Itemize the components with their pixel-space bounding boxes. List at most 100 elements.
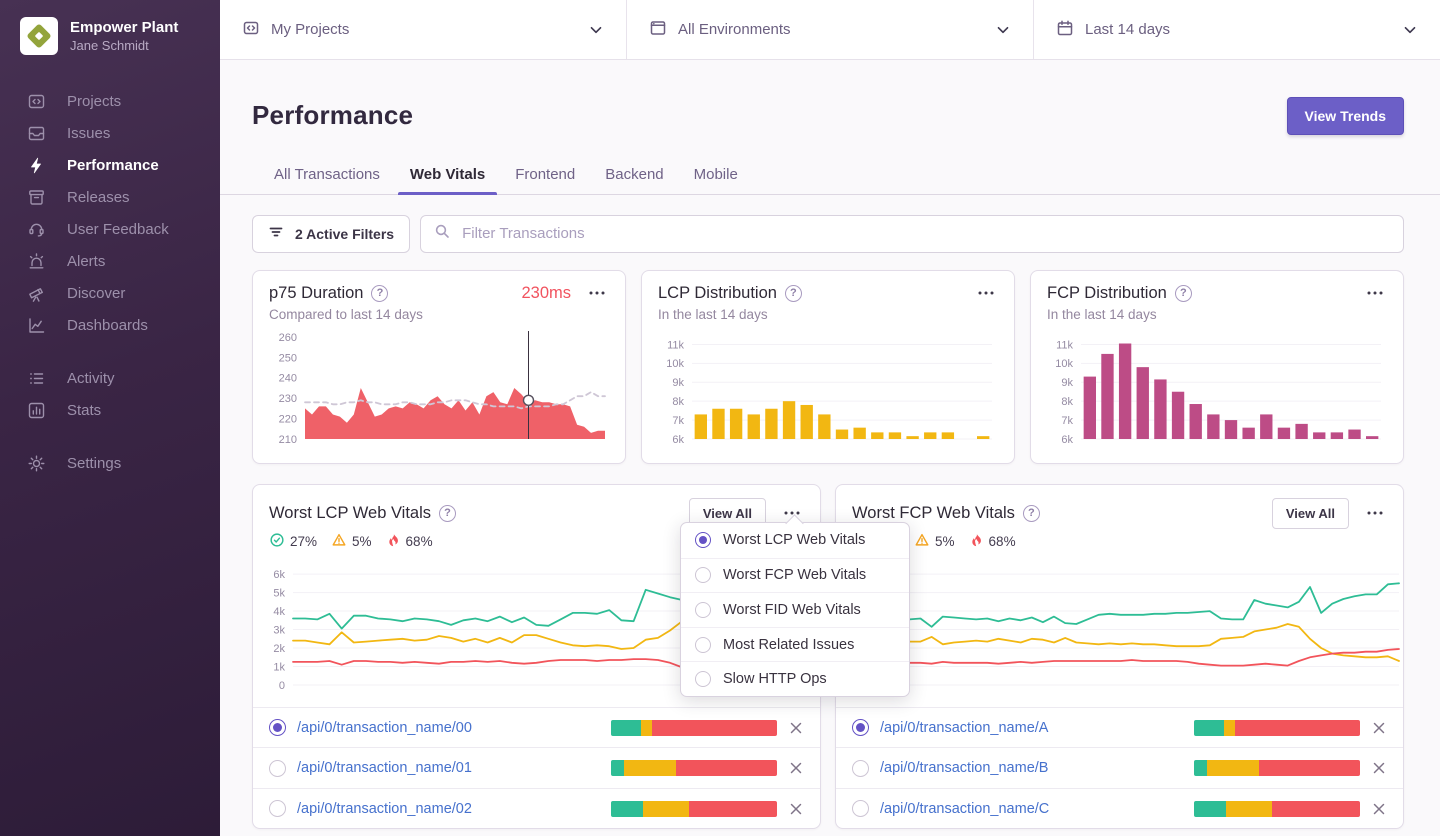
search-icon	[434, 223, 450, 244]
sidebar-item-settings[interactable]: Settings	[0, 447, 220, 479]
sidebar-item-alerts[interactable]: Alerts	[0, 245, 220, 277]
menu-item-slow-http-ops[interactable]: Slow HTTP Ops	[681, 661, 909, 696]
close-icon[interactable]	[1371, 760, 1387, 776]
help-icon[interactable]: ?	[784, 284, 802, 302]
tab-web-vitals[interactable]: Web Vitals	[397, 166, 498, 195]
svg-text:6k: 6k	[1061, 434, 1073, 446]
tab-all-transactions[interactable]: All Transactions	[262, 166, 392, 194]
user-name: Jane Schmidt	[70, 38, 149, 54]
svg-text:11k: 11k	[667, 339, 684, 351]
poor-percent: 68%	[988, 533, 1016, 549]
help-icon[interactable]: ?	[371, 284, 389, 302]
date-range-label: Last 14 days	[1085, 21, 1171, 38]
poor-percent: 68%	[405, 533, 433, 549]
sidebar-item-user-feedback[interactable]: User Feedback	[0, 213, 220, 245]
sidebar-item-label: User Feedback	[67, 220, 169, 238]
sidebar-item-performance[interactable]: Performance	[0, 149, 220, 181]
sidebar-item-activity[interactable]: Activity	[0, 362, 220, 394]
transaction-link[interactable]: /api/0/transaction_name/02	[297, 801, 472, 817]
worst-fcp-chart: 01k2k3k4k5k6k	[836, 553, 1403, 707]
discover-icon	[29, 287, 43, 302]
menu-radio[interactable]	[695, 601, 711, 618]
ellipsis-menu-icon[interactable]	[974, 284, 998, 302]
help-icon[interactable]: ?	[1022, 504, 1040, 522]
transaction-radio[interactable]	[852, 800, 869, 818]
svg-text:3k: 3k	[273, 624, 285, 636]
ellipsis-menu-icon[interactable]	[1363, 284, 1387, 302]
sidebar-item-dashboards[interactable]: Dashboards	[0, 309, 220, 341]
help-icon[interactable]: ?	[1174, 284, 1192, 302]
menu-item-most-related-issues[interactable]: Most Related Issues	[681, 626, 909, 662]
sidebar-item-issues[interactable]: Issues	[0, 117, 220, 149]
tab-mobile[interactable]: Mobile	[682, 166, 750, 194]
svg-text:5k: 5k	[273, 587, 285, 599]
close-icon[interactable]	[788, 720, 804, 736]
transaction-radio[interactable]	[852, 759, 869, 777]
vitals-breakdown-bar	[1194, 800, 1360, 817]
card-title: LCP Distribution	[658, 283, 777, 302]
sidebar-item-stats[interactable]: Stats	[0, 394, 220, 426]
sidebar-item-discover[interactable]: Discover	[0, 277, 220, 309]
app-window: Empower Plant Jane Schmidt Projects Issue…	[0, 0, 1440, 836]
filter-icon	[268, 224, 284, 243]
transaction-radio[interactable]	[269, 800, 286, 818]
date-range-dropdown[interactable]: Last 14 days	[1033, 0, 1440, 59]
vitals-summary: 27% 5% 68%	[836, 529, 1403, 551]
close-icon[interactable]	[788, 801, 804, 817]
sidebar-item-releases[interactable]: Releases	[0, 181, 220, 213]
sidebar-item-projects[interactable]: Projects	[0, 85, 220, 117]
transaction-link[interactable]: /api/0/transaction_name/01	[297, 760, 472, 776]
fcp-distribution-card: FCP Distribution ? In the last 14 days 6…	[1030, 269, 1404, 464]
card-subtitle: Compared to last 14 days	[269, 306, 423, 322]
card-title: Worst FCP Web Vitals	[852, 503, 1015, 522]
view-trends-button[interactable]: View Trends	[1286, 96, 1404, 135]
org-switcher[interactable]: Empower Plant Jane Schmidt	[0, 0, 220, 55]
close-icon[interactable]	[1371, 801, 1387, 817]
tab-backend[interactable]: Backend	[593, 166, 675, 194]
ellipsis-menu-icon[interactable]	[1363, 504, 1387, 522]
vitals-breakdown-bar	[1194, 760, 1360, 777]
transaction-link[interactable]: /api/0/transaction_name/A	[880, 720, 1048, 736]
menu-radio[interactable]	[695, 671, 711, 688]
close-icon[interactable]	[788, 760, 804, 776]
close-icon[interactable]	[1371, 720, 1387, 736]
svg-text:220: 220	[279, 413, 297, 425]
tab-frontend[interactable]: Frontend	[503, 166, 587, 194]
project-filter-dropdown[interactable]: My Projects	[220, 0, 626, 59]
search-input[interactable]	[460, 224, 1390, 244]
content-area: Performance View Trends All Transactions…	[220, 60, 1440, 836]
transaction-link[interactable]: /api/0/transaction_name/00	[297, 720, 472, 736]
stats-icon	[28, 402, 45, 418]
svg-text:240: 240	[279, 372, 297, 384]
environment-filter-dropdown[interactable]: All Environments	[626, 0, 1033, 59]
transaction-link[interactable]: /api/0/transaction_name/C	[880, 801, 1049, 817]
transaction-radio[interactable]	[269, 719, 286, 737]
card-title: FCP Distribution	[1047, 283, 1167, 302]
p75-duration-card: p75 Duration ? 230ms Compared to last 14…	[252, 269, 626, 464]
menu-radio[interactable]	[695, 567, 711, 584]
svg-text:8k: 8k	[672, 396, 684, 408]
transaction-row: /api/0/transaction_name/A	[836, 706, 1403, 748]
sidebar-item-label: Activity	[67, 369, 115, 387]
transaction-radio[interactable]	[269, 759, 286, 777]
transaction-link[interactable]: /api/0/transaction_name/B	[880, 760, 1048, 776]
menu-radio[interactable]	[695, 636, 711, 653]
active-filters-button[interactable]: 2 Active Filters	[252, 214, 411, 253]
svg-text:10k: 10k	[666, 358, 684, 370]
settings-icon	[28, 455, 45, 471]
view-all-button[interactable]: View All	[1271, 497, 1349, 529]
nav-divider	[0, 341, 220, 362]
card-title: p75 Duration	[269, 283, 364, 302]
menu-item-worst-lcp-web-vitals[interactable]: Worst LCP Web Vitals	[681, 523, 909, 558]
lcp-distribution-card: LCP Distribution ? In the last 14 days 6…	[641, 269, 1015, 464]
svg-text:10k: 10k	[1055, 358, 1073, 370]
sidebar-item-label: Projects	[67, 92, 122, 110]
menu-item-worst-fcp-web-vitals[interactable]: Worst FCP Web Vitals	[681, 557, 909, 593]
help-icon[interactable]: ?	[439, 504, 457, 522]
ellipsis-menu-icon[interactable]	[585, 284, 609, 302]
fire-icon	[969, 532, 984, 551]
svg-text:0: 0	[279, 680, 285, 692]
menu-radio[interactable]	[695, 532, 711, 549]
transaction-radio[interactable]	[852, 719, 869, 737]
menu-item-worst-fid-web-vitals[interactable]: Worst FID Web Vitals	[681, 592, 909, 627]
